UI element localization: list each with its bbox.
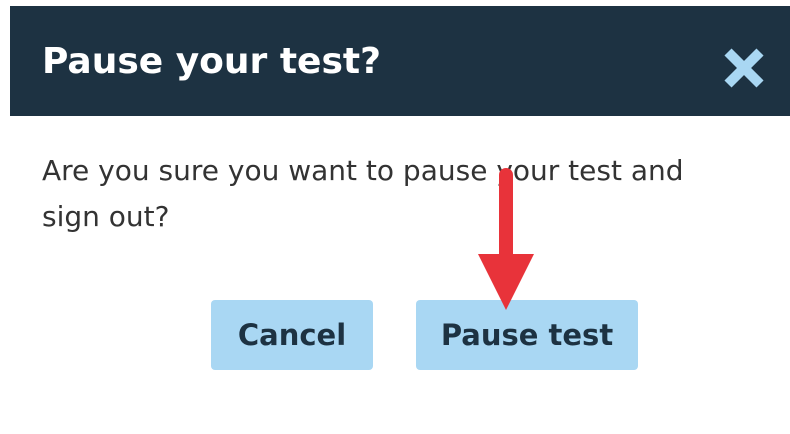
pause-test-dialog: Pause your test? Are you sure you want t… (10, 0, 790, 434)
dialog-title: Pause your test? (42, 41, 381, 82)
pause-test-button[interactable]: Pause test (416, 300, 638, 370)
close-icon (724, 48, 764, 88)
dialog-header: Pause your test? (10, 6, 790, 116)
close-button[interactable] (722, 46, 766, 90)
dialog-message: Are you sure you want to pause your test… (42, 154, 684, 233)
cancel-button[interactable]: Cancel (211, 300, 373, 370)
arrow-down-icon (478, 168, 534, 310)
